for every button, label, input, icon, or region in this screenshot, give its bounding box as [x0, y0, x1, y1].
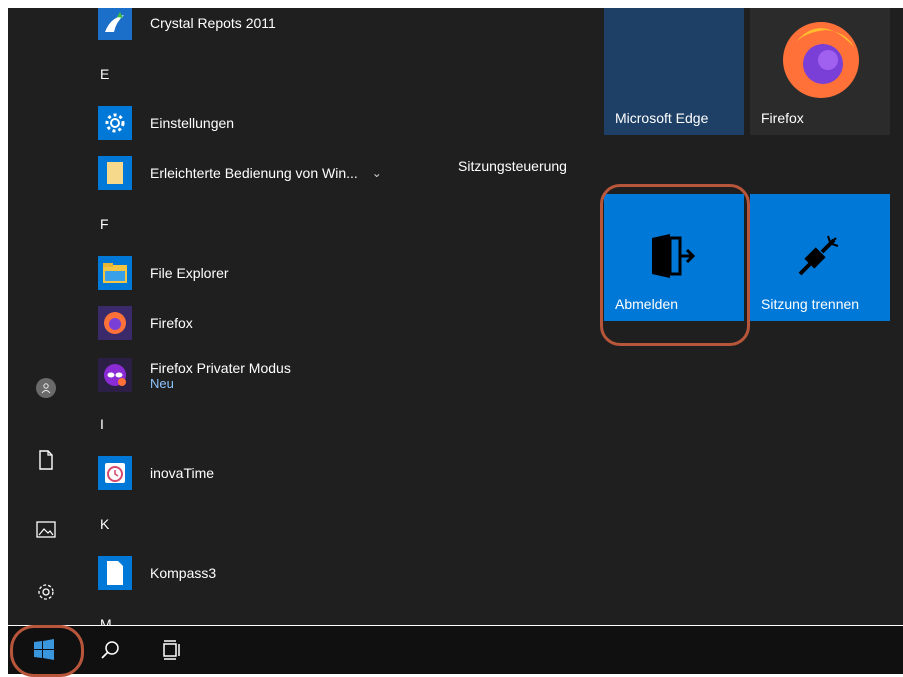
section-letter-k[interactable]: K	[100, 516, 109, 532]
firefox-icon	[98, 306, 132, 340]
settings-gear-icon	[38, 584, 54, 600]
inovatime-clock-icon	[98, 456, 132, 490]
app-file-explorer[interactable]: File Explorer	[98, 253, 438, 293]
section-letter-i[interactable]: I	[100, 416, 104, 432]
app-firefox[interactable]: Firefox	[98, 303, 438, 343]
highlight-ring-start	[10, 625, 84, 677]
app-label-group: Firefox Privater Modus Neu	[132, 360, 291, 391]
app-label: File Explorer	[150, 265, 229, 281]
start-menu: Crystal Repots 2011 E Einstellungen Erle…	[8, 8, 903, 625]
app-label: Erleichterte Bedienung von Win...	[150, 165, 358, 181]
search-icon	[101, 641, 119, 659]
tile-label: Microsoft Edge	[615, 110, 709, 126]
folder-icon	[98, 156, 132, 190]
firefox-private-icon	[98, 358, 132, 392]
app-label: inovaTime	[150, 465, 215, 481]
tile-firefox[interactable]: Firefox	[750, 8, 890, 135]
search-button[interactable]	[86, 626, 134, 674]
app-folder-erleichterte-bedienung[interactable]: Erleichterte Bedienung von Win... ⌄	[98, 153, 438, 193]
disconnect-plug-icon	[798, 235, 839, 276]
app-firefox-private[interactable]: Firefox Privater Modus Neu	[98, 353, 438, 397]
tile-label: Firefox	[761, 110, 804, 126]
app-list: Crystal Repots 2011 E Einstellungen Erle…	[88, 8, 448, 625]
app-inovatime[interactable]: inovaTime	[98, 453, 438, 493]
section-letter-e[interactable]: E	[100, 66, 109, 82]
taskbar	[8, 626, 903, 674]
settings-button[interactable]	[26, 574, 66, 610]
task-view-icon	[163, 640, 180, 660]
pictures-icon	[36, 520, 56, 538]
app-crystal-reports[interactable]: Crystal Repots 2011	[98, 8, 438, 43]
tile-label: Sitzung trennen	[761, 296, 860, 312]
crystal-reports-icon	[98, 8, 132, 40]
app-label: Firefox	[150, 315, 193, 331]
firefox-icon	[783, 22, 859, 98]
new-badge: Neu	[150, 375, 174, 391]
highlight-ring-abmelden	[600, 184, 750, 346]
section-letter-f[interactable]: F	[100, 216, 109, 232]
documents-button[interactable]	[26, 442, 66, 478]
chevron-down-icon[interactable]: ⌄	[372, 166, 382, 180]
start-left-rail	[8, 8, 88, 625]
tile-microsoft-edge[interactable]: Microsoft Edge	[604, 8, 744, 135]
user-avatar	[36, 378, 56, 398]
app-label: Firefox Privater Modus	[150, 359, 291, 376]
tile-group-title: Sitzungsteuerung	[458, 158, 567, 174]
app-kompass3[interactable]: Kompass3	[98, 553, 438, 593]
documents-icon	[39, 450, 53, 470]
pictures-button[interactable]	[26, 511, 66, 547]
document-file-icon	[98, 556, 132, 590]
app-label: Kompass3	[150, 565, 217, 581]
section-letter-m[interactable]: M	[100, 616, 112, 625]
app-einstellungen[interactable]: Einstellungen	[98, 103, 438, 143]
settings-gear-icon	[98, 106, 132, 140]
app-label: Crystal Repots 2011	[150, 15, 276, 31]
app-label: Einstellungen	[150, 115, 235, 131]
user-account-button[interactable]	[26, 370, 66, 406]
tile-sitzung-trennen[interactable]: Sitzung trennen	[750, 194, 890, 321]
file-explorer-icon	[98, 256, 132, 290]
task-view-button[interactable]	[148, 626, 196, 674]
